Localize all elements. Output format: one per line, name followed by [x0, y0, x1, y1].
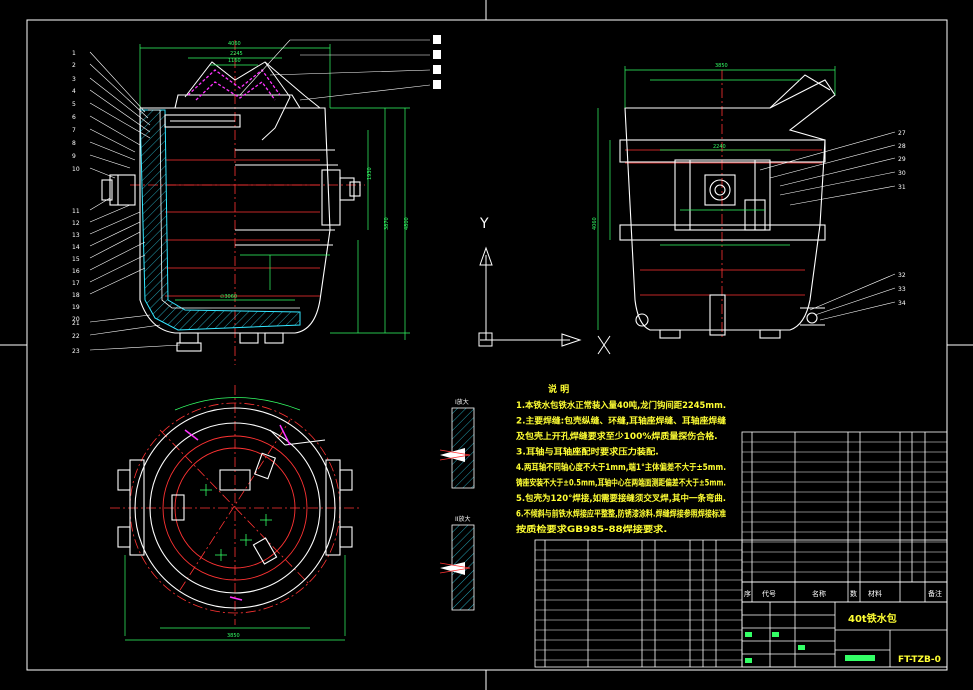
- svg-text:3850: 3850: [715, 63, 728, 69]
- svg-text:4060: 4060: [228, 41, 241, 47]
- callout-number: 18: [72, 292, 80, 299]
- callout-number: 9: [72, 153, 76, 160]
- notes-title: 说 明: [548, 383, 569, 395]
- note-line: 铸座安装不大于±0.5mm,耳轴中心在两端面测距偏差不大于±5mm.: [516, 477, 726, 489]
- callout-number: 15: [72, 256, 80, 263]
- callout-number: 2: [72, 62, 76, 69]
- callout-number: 19: [72, 304, 80, 311]
- callout-number: 11: [72, 208, 80, 215]
- header-code: 代号: [762, 589, 776, 598]
- header-material: 材料: [868, 589, 882, 598]
- drawing-title: 40t铁水包: [848, 612, 897, 625]
- note-line: 及包壳上开孔焊缝要求至少100%焊质量探伤合格.: [516, 430, 718, 442]
- detail-section-ii: [439, 524, 475, 611]
- svg-text:3870: 3870: [384, 217, 390, 230]
- note-line: 4.两耳轴不同轴心度不大于1mm,端1°主体偏差不大于±5mm.: [516, 461, 726, 473]
- note-line: 按质检要求GB985-88焊接要求.: [516, 523, 667, 535]
- note-line: 5.包壳为120°焊接,如需要接缝须交叉焊,其中一条弯曲.: [516, 492, 726, 504]
- note-line: 2.主要焊缝:包壳纵缝、环缝,耳轴座焊缝、耳轴座焊缝: [516, 415, 726, 427]
- svg-text:3850: 3850: [227, 633, 240, 639]
- detail-ii-label: II放大: [455, 515, 471, 523]
- callout-number: 14: [72, 244, 80, 251]
- callout-number: 16: [72, 268, 80, 275]
- callout-number: 4: [72, 88, 76, 95]
- detail-i-label: I放大: [455, 398, 469, 406]
- drawing-number: FT-TZB-0: [898, 655, 941, 665]
- callout-number: 33: [898, 286, 906, 293]
- svg-text:4060: 4060: [592, 217, 598, 230]
- note-line: 6.不倾斜与前铁水焊接应平整整,防锈漆涂料.焊缝焊接参照焊接标准: [516, 508, 726, 520]
- callout-number: 13: [72, 232, 80, 239]
- parts-list-upper: [741, 431, 948, 583]
- svg-text:∅3060: ∅3060: [220, 294, 237, 300]
- callout-number: 3: [72, 76, 76, 83]
- header-remark: 备注: [928, 589, 942, 598]
- svg-text:2245: 2245: [230, 51, 243, 57]
- side-view: 3850 4060 2240 27 28 29 30 31 32 33 34: [592, 63, 906, 340]
- top-view: 3850: [110, 385, 360, 641]
- header-qty: 数: [850, 589, 857, 598]
- callout-number: 28: [898, 143, 906, 150]
- callout-number: 27: [898, 130, 906, 137]
- callout-number: 10: [72, 166, 80, 173]
- detail-section-i: [439, 407, 475, 489]
- note-line: 3.耳轴与耳轴座配时要求压力装配.: [516, 446, 659, 458]
- header-no: 序: [744, 589, 751, 598]
- axis-y-label: Y: [479, 216, 489, 232]
- ucs-axis-icon: [478, 246, 611, 355]
- callout-number: 12: [72, 220, 80, 227]
- svg-text:2240: 2240: [713, 144, 726, 150]
- callout-number: 21: [72, 320, 80, 327]
- svg-text:1160: 1160: [228, 58, 241, 64]
- header-name: 名称: [812, 589, 826, 598]
- notes-block: 1.本铁水包铁水正常装入量40吨,龙门钩间距2245mm. 2.主要焊缝:包壳纵缝…: [516, 399, 726, 535]
- callout-number: 22: [72, 333, 80, 340]
- callout-number: 23: [72, 348, 80, 355]
- callout-number: 5: [72, 101, 76, 108]
- callout-number: 6: [72, 114, 76, 121]
- drawing-frame: [0, 0, 973, 690]
- callout-number: 8: [72, 140, 76, 147]
- svg-text:4800: 4800: [404, 217, 410, 230]
- callout-number: 17: [72, 280, 80, 287]
- callout-number: 7: [72, 127, 76, 134]
- callout-number: 29: [898, 156, 906, 163]
- parts-list-lower: [534, 539, 948, 668]
- front-section-view: 4060 2245 1160 3870 4800 1930 ∅3060 1234…: [72, 35, 441, 365]
- callout-number: 34: [898, 300, 906, 307]
- note-line: 1.本铁水包铁水正常装入量40吨,龙门钩间距2245mm.: [516, 399, 726, 411]
- callout-number: 32: [898, 272, 906, 279]
- callout-number: 1: [72, 50, 76, 57]
- callout-number: 30: [898, 170, 906, 177]
- callout-number: 31: [898, 184, 906, 191]
- svg-text:1930: 1930: [367, 167, 373, 180]
